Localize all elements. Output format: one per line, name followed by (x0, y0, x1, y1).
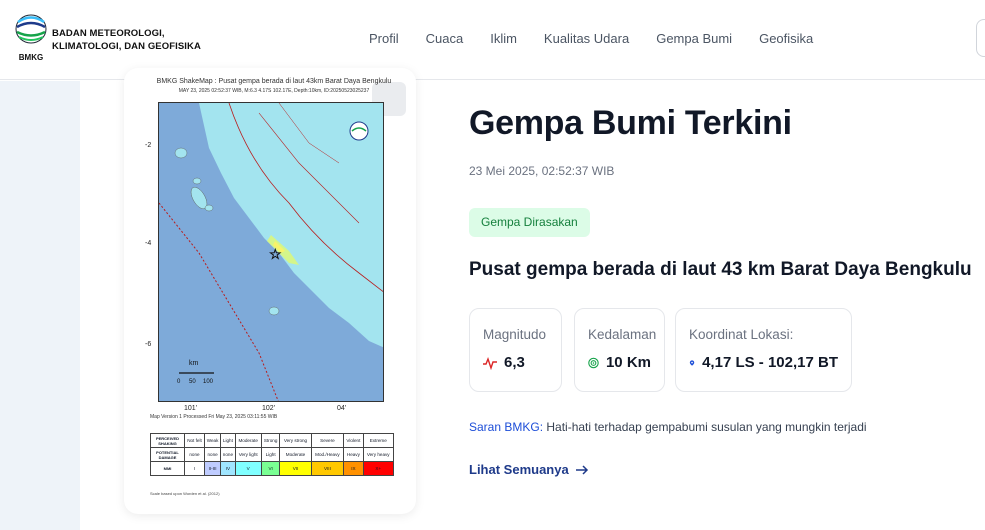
mmi-header: MMI (150, 461, 185, 476)
island-2 (192, 177, 202, 185)
shaking-cell: Moderate (234, 433, 262, 448)
mmi-cell: IX (343, 461, 364, 476)
depth-value: 10 Km (605, 354, 651, 371)
shaking-cell: Strong (260, 433, 281, 448)
damage-cell: none (203, 447, 222, 462)
coordinate-label: Koordinat Lokasi: (689, 327, 794, 342)
see-all-link[interactable]: Lihat Semuanya (469, 462, 589, 477)
potential-damage-row: POTENTIAL DAMAGE none none none Very lig… (150, 447, 394, 462)
damage-cell: none (184, 447, 205, 462)
scale-credit: Scale based upon Worden et al. (2012) (150, 491, 220, 496)
see-all-label: Lihat Semuanya (469, 462, 569, 477)
shakemap-header: BMKG ShakeMap : Pusat gempa berada di la… (150, 78, 398, 95)
magnitude-card: Magnitudo 6,3 (469, 308, 562, 392)
scale-tick-50: 50 (189, 379, 196, 385)
shaking-cell: Very strong (279, 433, 312, 448)
shakemap-footer: Map Version 1 Processed Fri May 23, 2025… (150, 414, 278, 420)
page-title: Gempa Bumi Terkini (469, 104, 792, 142)
lon-tick-101: 101' (184, 405, 198, 412)
org-name-line2: KLIMATOLOGI, DAN GEOFISIKA (52, 41, 201, 52)
mmi-cell: V (234, 461, 262, 476)
logo-abbrev: BMKG (19, 53, 43, 62)
scale-label: km (189, 360, 199, 367)
nav-cuaca[interactable]: Cuaca (426, 31, 464, 46)
island-5 (268, 306, 280, 316)
shaking-cell: Violent (343, 433, 364, 448)
lon-tick-104: 04' (337, 405, 347, 412)
bmkg-logo[interactable]: BMKG (14, 8, 48, 64)
mmi-legend-table: PERCEIVED SHAKING Not felt Weak Light Mo… (150, 433, 394, 476)
damage-cell: Heavy (343, 447, 364, 462)
damage-cell: Moderate (279, 447, 312, 462)
perceived-shaking-row: PERCEIVED SHAKING Not felt Weak Light Mo… (150, 433, 394, 448)
seismograph-icon (483, 356, 497, 370)
lat-tick-2: -2 (145, 142, 152, 149)
magnitude-value: 6,3 (504, 354, 525, 371)
nav-profil[interactable]: Profil (369, 31, 399, 46)
island-1 (174, 147, 188, 159)
nav-kualitas-udara[interactable]: Kualitas Udara (544, 31, 629, 46)
shaking-cell: Extreme (362, 433, 394, 448)
depth-label: Kedalaman (588, 327, 657, 342)
header-action-button[interactable] (976, 19, 985, 57)
depth-card: Kedalaman 10 Km (574, 308, 665, 392)
mmi-cell: VII (279, 461, 312, 476)
mmi-cell: VI (260, 461, 281, 476)
nav-gempa-bumi[interactable]: Gempa Bumi (656, 31, 732, 46)
shakemap-header-line2: MAY 23, 2025 02:52:37 WIB, M:6.3 4.17S 1… (178, 87, 370, 94)
main-nav: Profil Cuaca Iklim Kualitas Udara Gempa … (369, 31, 840, 46)
shakemap-graphic: ☆ km 0 50 100 (159, 103, 383, 401)
perceived-shaking-header: PERCEIVED SHAKING (150, 433, 185, 448)
org-name: BADAN METEOROLOGI, KLIMATOLOGI, DAN GEOF… (52, 27, 201, 53)
page: BMKG BADAN METEOROLOGI, KLIMATOLOGI, DAN… (0, 0, 985, 530)
depth-value-row: 10 Km (588, 354, 651, 371)
damage-cell: Very light (234, 447, 262, 462)
magnitude-value-row: 6,3 (483, 354, 548, 371)
coordinate-card: Koordinat Lokasi: 4,17 LS - 102,17 BT (675, 308, 852, 392)
shakemap-image: ☆ km 0 50 100 (158, 102, 384, 402)
org-name-line1: BADAN METEOROLOGI, (52, 28, 165, 39)
mmi-cell: II-III (203, 461, 222, 476)
damage-cell: Very heavy (362, 447, 394, 462)
nav-geofisika[interactable]: Geofisika (759, 31, 813, 46)
potential-damage-header: POTENTIAL DAMAGE (150, 447, 185, 462)
coordinate-value: 4,17 LS - 102,17 BT (702, 354, 838, 371)
shakemap-header-line1: BMKG ShakeMap : Pusat gempa berada di la… (156, 78, 392, 85)
shaking-cell: Not felt (184, 433, 205, 448)
quake-headline: Pusat gempa berada di laut 43 km Barat D… (469, 259, 972, 280)
magnitude-label: Magnitudo (483, 327, 547, 342)
mmi-cell: X+ (362, 461, 394, 476)
mmi-row: MMI I II-III IV V VI VII VIII IX X+ (150, 461, 394, 476)
quake-datetime: 23 Mei 2025, 02:52:37 WIB (469, 164, 615, 178)
damage-cell: Mod./Heavy (310, 447, 345, 462)
nav-iklim[interactable]: Iklim (490, 31, 517, 46)
lon-tick-102: 102' (262, 405, 276, 412)
mmi-cell: I (184, 461, 205, 476)
shaking-cell: Weak (203, 433, 222, 448)
felt-badge: Gempa Dirasakan (469, 208, 590, 237)
damage-cell: none (220, 447, 236, 462)
advice-label: Saran BMKG: (469, 420, 544, 434)
bmkg-advice: Saran BMKG: Hati-hati terhadap gempabumi… (469, 420, 867, 434)
coordinate-value-row: 4,17 LS - 102,17 BT (689, 354, 838, 371)
epicenter-star-icon: ☆ (269, 247, 282, 263)
damage-cell: Light (260, 447, 281, 462)
lat-tick-6: -6 (145, 341, 152, 348)
shaking-cell: Severe (310, 433, 345, 448)
left-background-panel (0, 81, 80, 530)
lat-tick-4: -4 (145, 240, 152, 247)
mmi-cell: VIII (310, 461, 345, 476)
shaking-cell: Light (220, 433, 236, 448)
arrow-right-icon (575, 464, 588, 475)
island-4 (204, 204, 214, 212)
scale-tick-100: 100 (203, 379, 214, 385)
location-pin-icon (689, 359, 695, 366)
target-icon (588, 357, 599, 368)
advice-text: Hati-hati terhadap gempabumi susulan yan… (543, 420, 867, 434)
mmi-cell: IV (220, 461, 236, 476)
